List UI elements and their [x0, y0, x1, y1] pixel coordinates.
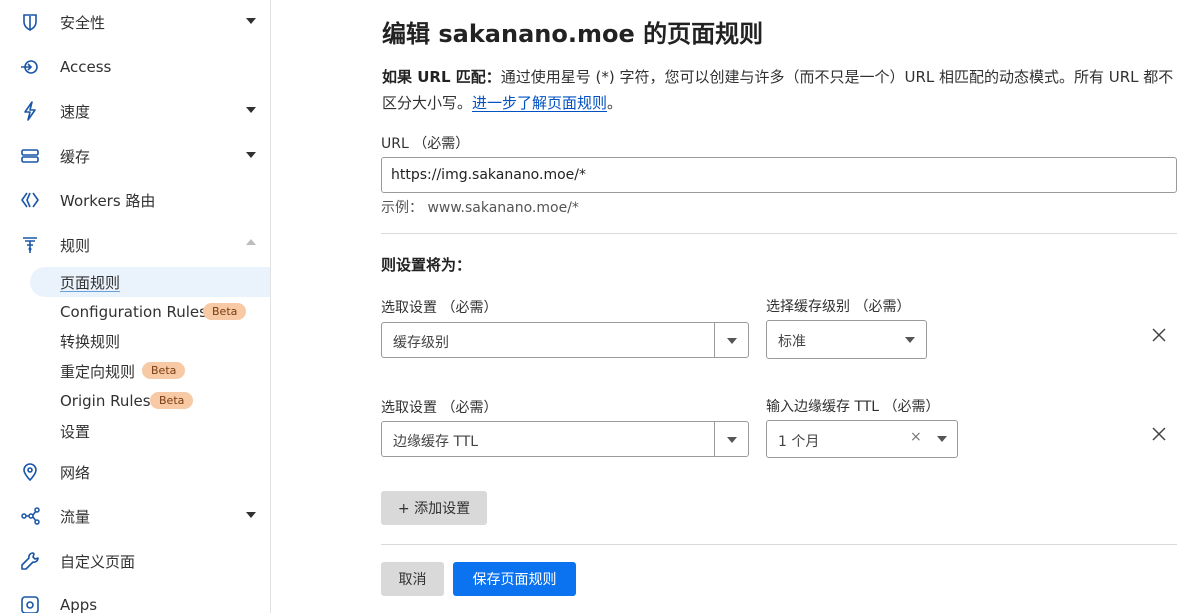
select-setting-label: 选取设置 （必需） — [381, 300, 498, 316]
sidebar-item-label: 自定义页面 — [60, 552, 136, 571]
clear-icon[interactable]: × — [910, 429, 922, 445]
sidebar-item-label: 网络 — [60, 463, 91, 482]
chevron-down-icon[interactable] — [246, 152, 256, 158]
chevron-down-icon[interactable] — [246, 107, 256, 113]
edge-cache-ttl-select[interactable]: 1 个月 × — [766, 420, 958, 458]
select-setting-label: 选取设置 （必需） — [381, 400, 498, 416]
add-setting-button[interactable]: + 添加设置 — [381, 491, 487, 525]
rules-funnel-icon — [20, 235, 40, 255]
setting-select-toggle[interactable] — [714, 323, 748, 357]
sidebar-item-workers-routes[interactable]: Workers 路由 — [0, 183, 270, 217]
sidebar-subitem-label: 设置 — [60, 422, 91, 441]
sidebar-item-apps[interactable]: Apps — [0, 588, 270, 613]
sidebar-subitem-label: 重定向规则 — [60, 362, 136, 381]
cache-level-select[interactable]: 标准 — [766, 320, 927, 359]
lightning-icon — [20, 101, 40, 121]
workers-icon — [20, 190, 40, 210]
main-content: 编辑 sakanano.moe 的页面规则 如果 URL 匹配：通过使用星号 (… — [272, 0, 1200, 613]
sidebar-item-custom-pages[interactable]: 自定义页面 — [0, 544, 270, 578]
caret-down-icon — [905, 337, 915, 343]
divider — [381, 544, 1177, 545]
chevron-up-icon[interactable] — [246, 239, 256, 245]
sidebar-item-cache[interactable]: 缓存 — [0, 139, 270, 173]
description-end: 。 — [607, 94, 623, 112]
setting-select-value: 边缘缓存 TTL — [393, 434, 479, 450]
edge-cache-ttl-value: 1 个月 — [778, 434, 820, 450]
caret-down-icon — [727, 437, 737, 443]
caret-down-icon — [937, 436, 947, 442]
sidebar-item-label: Workers 路由 — [60, 191, 156, 210]
sidebar-item-speed[interactable]: 速度 — [0, 94, 270, 128]
cancel-button[interactable]: 取消 — [381, 562, 444, 596]
sidebar-item-label: 缓存 — [60, 147, 91, 166]
sidebar-subitem-label: 页面规则 — [60, 273, 121, 292]
chevron-down-icon[interactable] — [246, 18, 256, 24]
remove-setting-icon[interactable] — [1150, 425, 1168, 443]
page-title: 编辑 sakanano.moe 的页面规则 — [382, 20, 764, 48]
description: 如果 URL 匹配：通过使用星号 (*) 字符，您可以创建与许多（而不只是一个）… — [382, 64, 1182, 116]
beta-badge: Beta — [150, 392, 194, 409]
url-input[interactable]: https://img.sakanano.moe/* — [381, 157, 1177, 193]
setting-select[interactable]: 缓存级别 — [381, 322, 749, 358]
sidebar-item-network[interactable]: 网络 — [0, 455, 270, 489]
shield-icon — [20, 12, 40, 32]
sidebar-item-label: Access — [60, 58, 112, 76]
sidebar-subitem-configuration-rules[interactable]: Configuration Rules Beta — [30, 297, 270, 327]
setting-select-toggle[interactable] — [714, 422, 748, 456]
sidebar-item-label: 规则 — [60, 236, 91, 255]
sidebar-item-label: 安全性 — [60, 13, 106, 32]
sidebar-subitem-settings[interactable]: 设置 — [30, 416, 270, 446]
chevron-down-icon[interactable] — [246, 512, 256, 518]
sidebar-subitem-label: Origin Rules — [60, 392, 151, 410]
cache-level-value: 标准 — [778, 334, 806, 350]
sidebar: 安全性 Access 速度 缓存 Workers 路由 规则 页面规则 Conf… — [0, 0, 271, 613]
description-bold: 如果 URL 匹配： — [382, 68, 501, 86]
setting-select[interactable]: 边缘缓存 TTL — [381, 421, 749, 457]
sidebar-item-access[interactable]: Access — [0, 50, 270, 84]
url-example-hint: 示例： www.sakanano.moe/* — [381, 200, 579, 216]
sidebar-subitem-page-rules[interactable]: 页面规则 — [30, 267, 270, 297]
sidebar-item-traffic[interactable]: 流量 — [0, 499, 270, 533]
caret-down-icon — [727, 338, 737, 344]
beta-badge: Beta — [142, 362, 186, 379]
edge-cache-ttl-label: 输入边缘缓存 TTL （必需） — [766, 399, 940, 415]
url-label: URL （必需） — [381, 136, 470, 152]
sidebar-subitem-transform-rules[interactable]: 转换规则 — [30, 326, 270, 356]
cache-stack-icon — [20, 146, 40, 166]
divider — [381, 233, 1177, 234]
sidebar-subitem-redirect-rules[interactable]: 重定向规则 Beta — [30, 356, 270, 386]
sidebar-item-label: 流量 — [60, 507, 91, 526]
apps-icon — [20, 595, 40, 613]
sidebar-subitem-origin-rules[interactable]: Origin Rules Beta — [30, 386, 270, 416]
save-page-rule-button[interactable]: 保存页面规则 — [453, 562, 576, 596]
wrench-icon — [20, 551, 40, 571]
sidebar-item-rules[interactable]: 规则 — [0, 228, 270, 262]
cache-level-label: 选择缓存级别 （必需） — [766, 299, 911, 315]
beta-badge: Beta — [203, 303, 247, 320]
sidebar-subitem-label: 转换规则 — [60, 332, 121, 351]
learn-more-link[interactable]: 进一步了解页面规则 — [472, 94, 607, 112]
sidebar-item-label: Apps — [60, 596, 98, 613]
remove-setting-icon[interactable] — [1150, 326, 1168, 344]
location-pin-icon — [20, 462, 40, 482]
setting-select-value: 缓存级别 — [393, 335, 449, 351]
traffic-nodes-icon — [20, 506, 40, 526]
sidebar-item-security[interactable]: 安全性 — [0, 5, 270, 39]
sidebar-subitem-label: Configuration Rules — [60, 303, 207, 321]
settings-section-title: 则设置将为： — [381, 256, 472, 274]
access-icon — [20, 57, 40, 77]
sidebar-item-label: 速度 — [60, 102, 91, 121]
